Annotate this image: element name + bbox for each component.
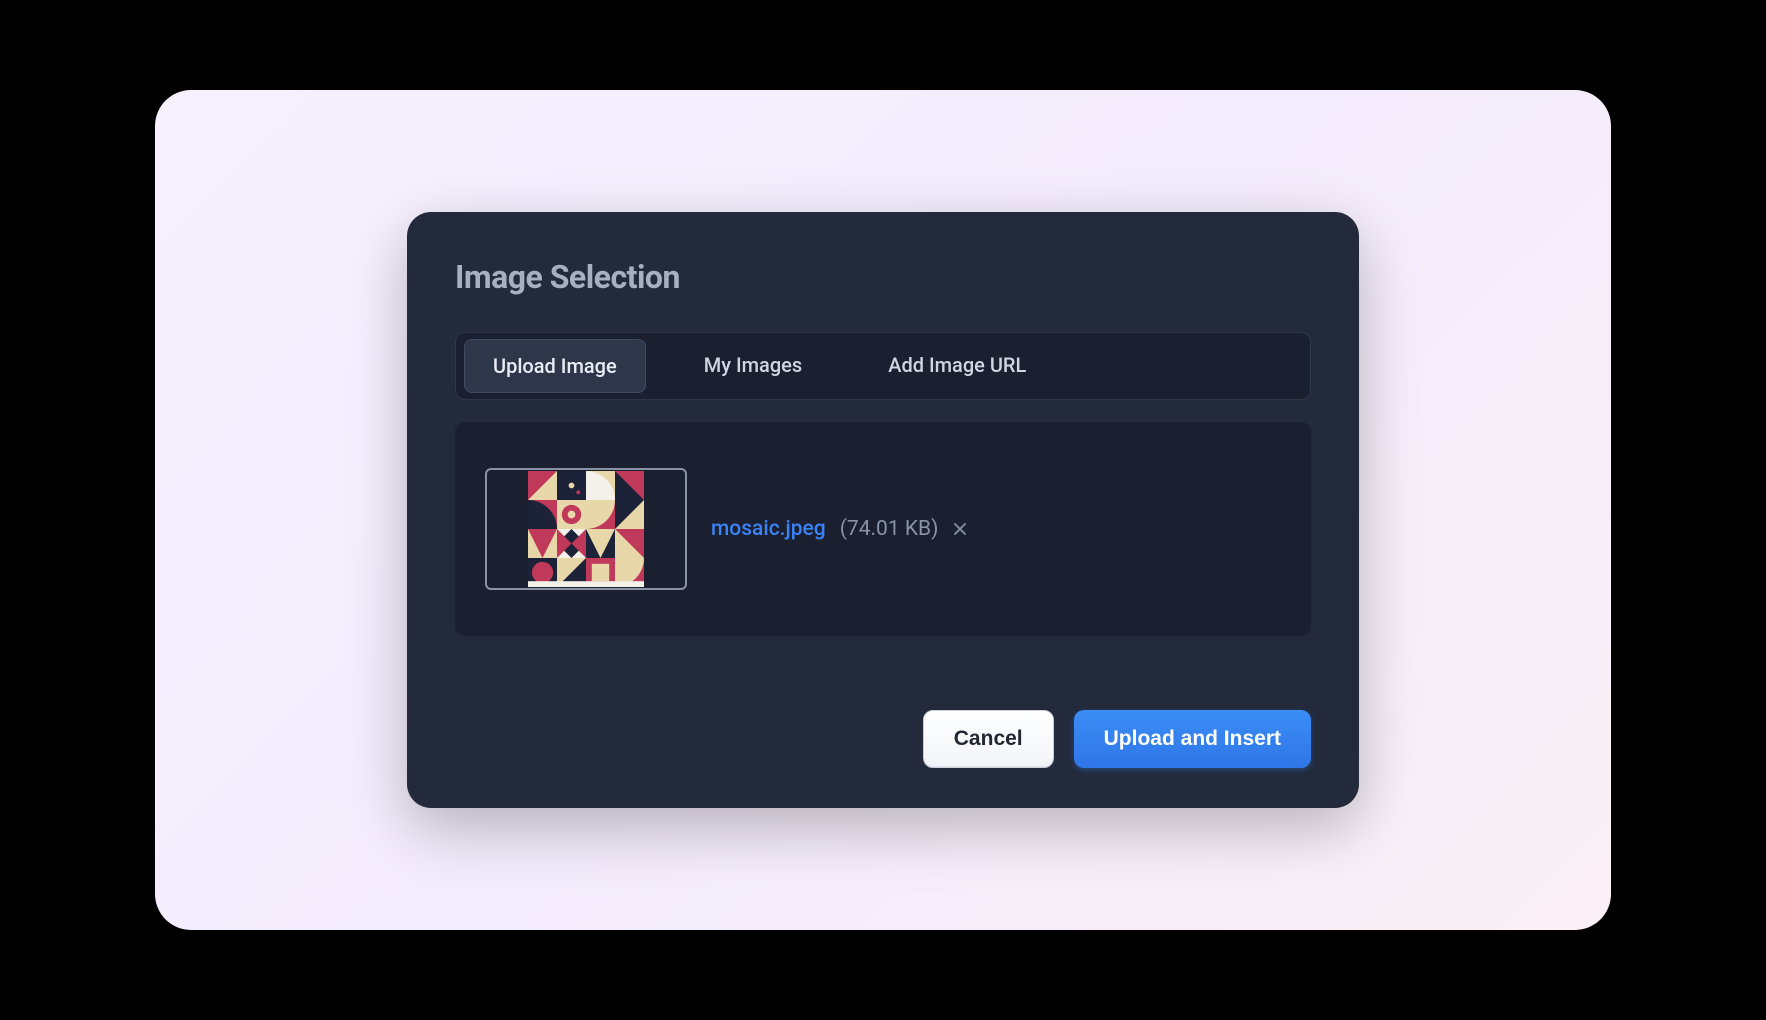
cancel-button[interactable]: Cancel — [923, 710, 1054, 768]
tab-add-image-url[interactable]: Add Image URL — [860, 339, 1054, 393]
tab-bar: Upload Image My Images Add Image URL — [455, 332, 1311, 400]
modal-title: Image Selection — [455, 258, 1311, 296]
upload-and-insert-button[interactable]: Upload and Insert — [1074, 710, 1311, 768]
file-meta: mosaic.jpeg (74.01 KB) — [711, 517, 968, 541]
file-thumbnail[interactable] — [485, 468, 687, 590]
tab-upload-image[interactable]: Upload Image — [464, 339, 646, 393]
close-icon[interactable] — [952, 521, 968, 537]
image-selection-modal: Image Selection Upload Image My Images A… — [407, 212, 1359, 808]
page-background-frame: Image Selection Upload Image My Images A… — [155, 90, 1611, 930]
tab-my-images[interactable]: My Images — [676, 339, 830, 393]
mosaic-thumbnail-image — [528, 471, 644, 587]
file-size: (74.01 KB) — [840, 517, 939, 541]
modal-footer: Cancel Upload and Insert — [455, 710, 1311, 768]
upload-file-area: mosaic.jpeg (74.01 KB) — [455, 422, 1311, 636]
file-name: mosaic.jpeg — [711, 517, 826, 541]
